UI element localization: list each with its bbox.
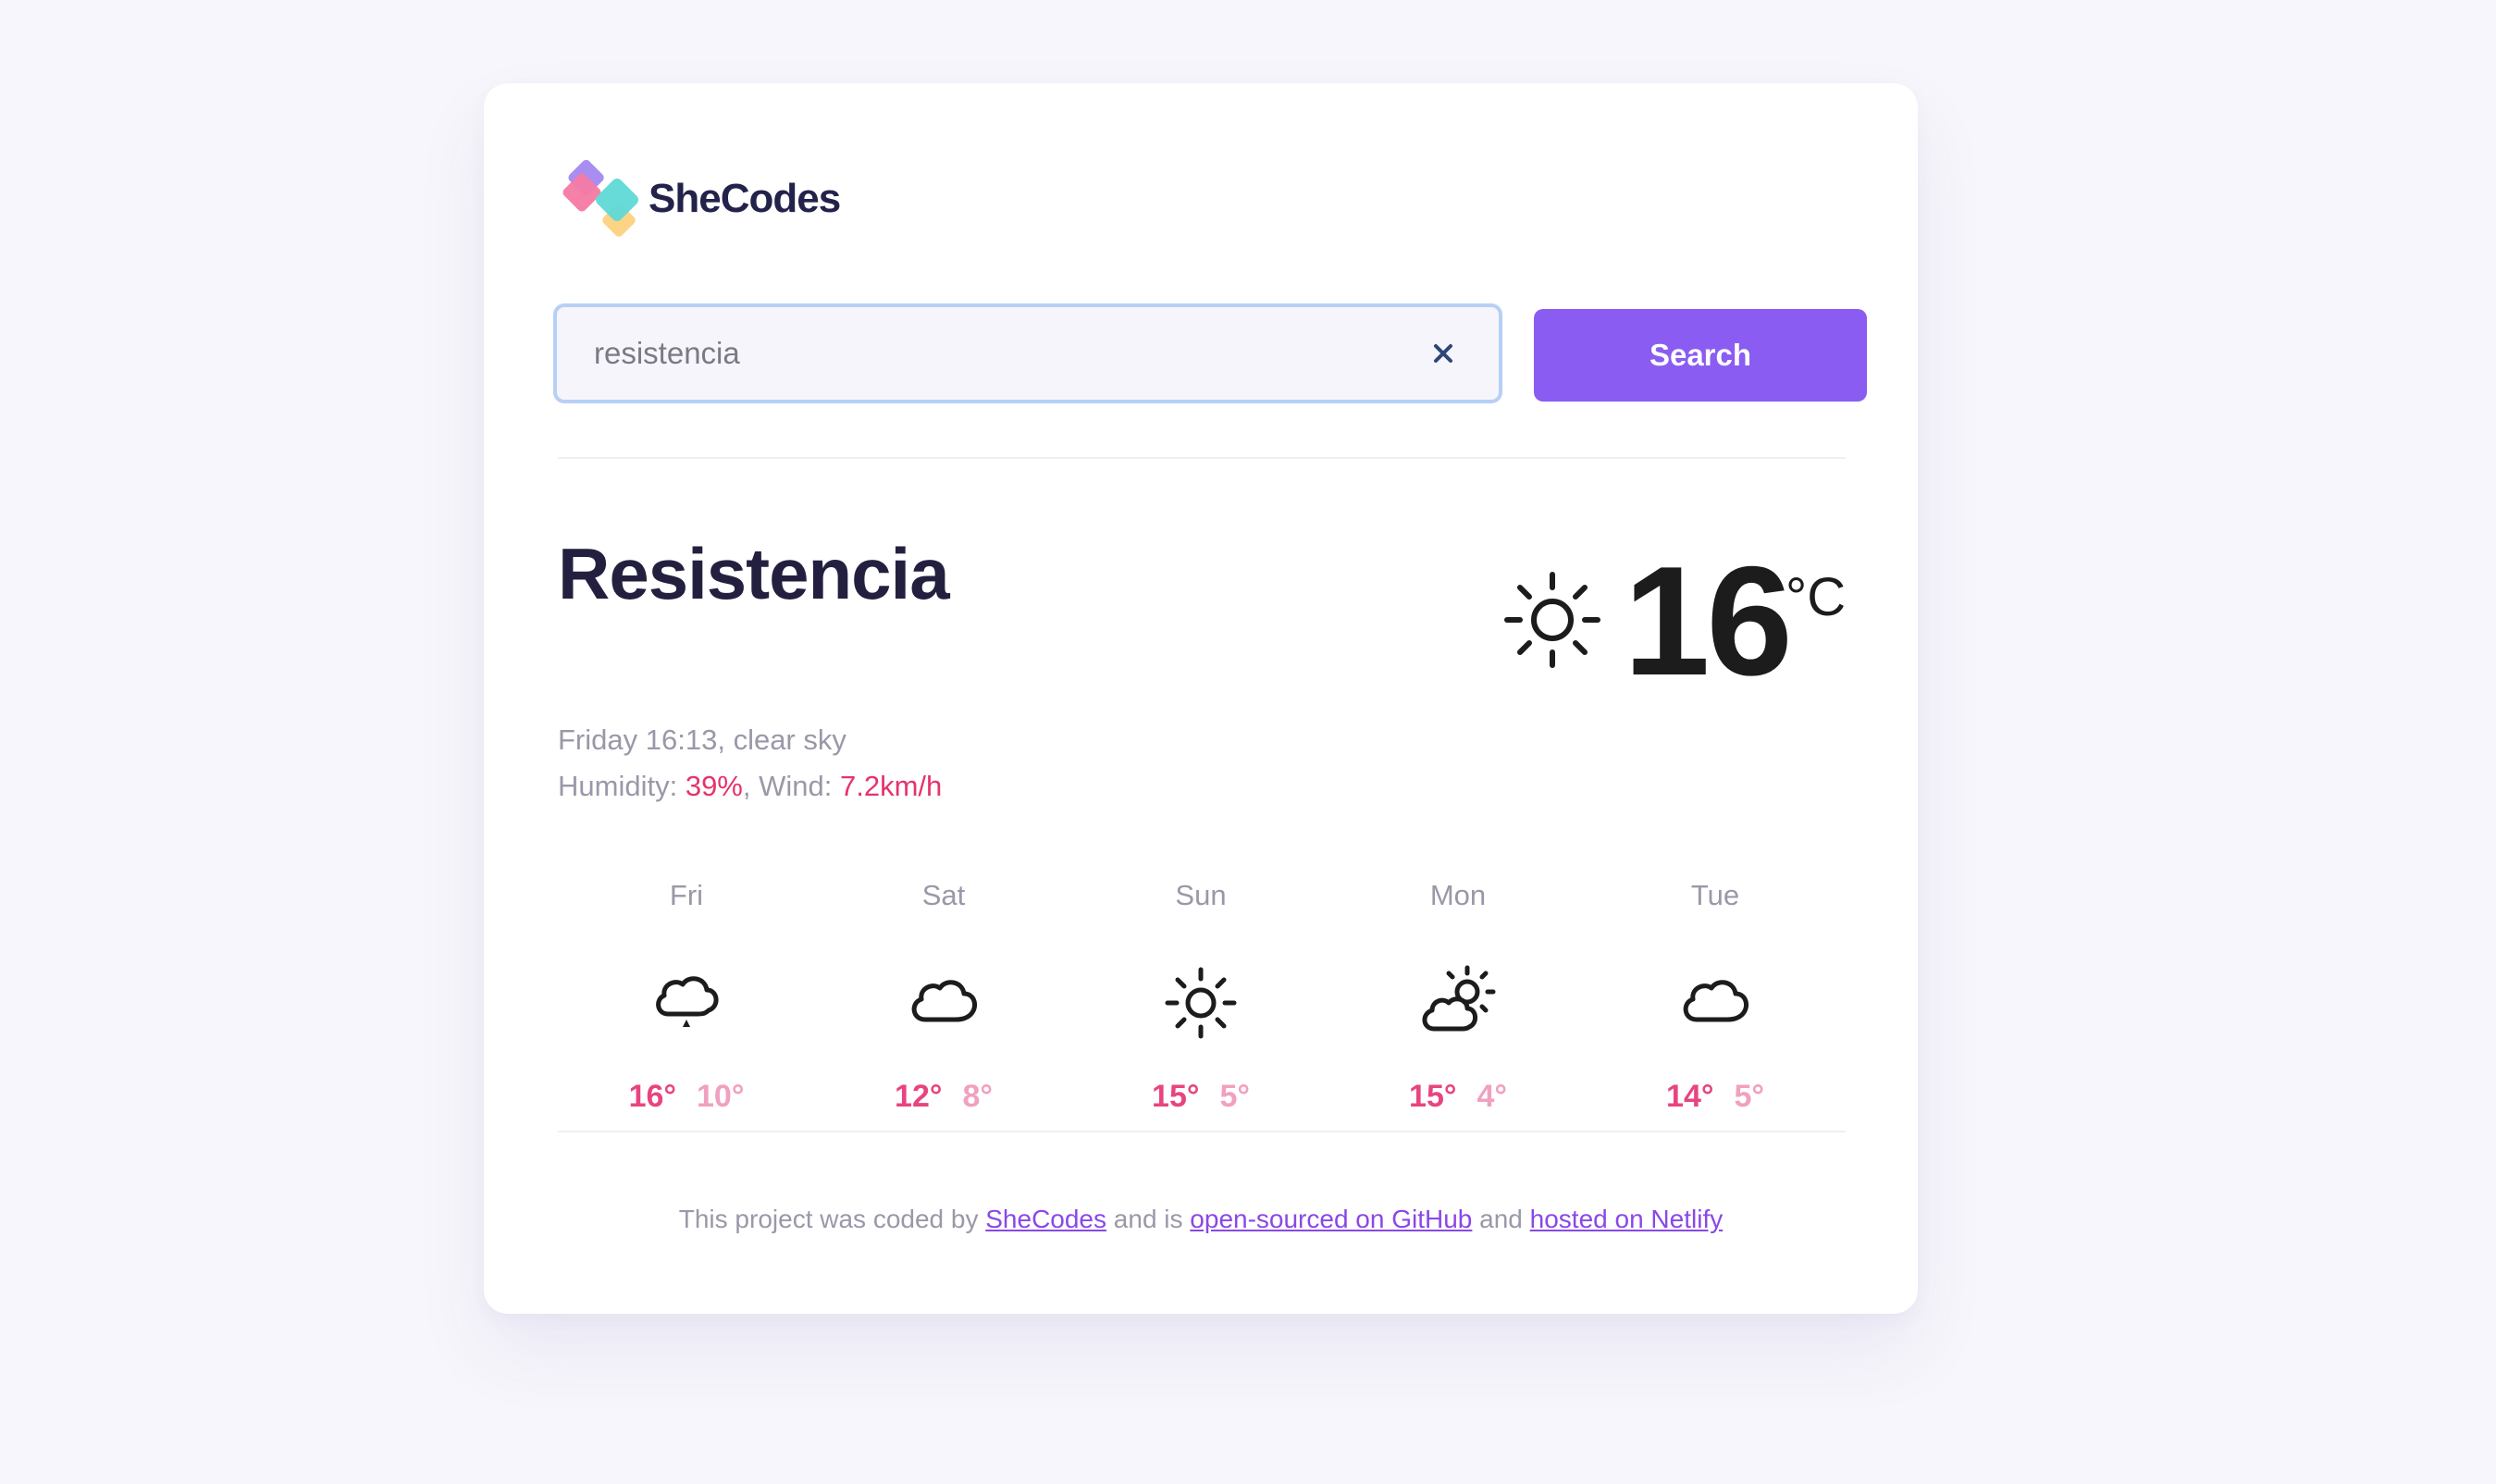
forecast-day-name: Fri (669, 879, 704, 911)
forecast-max: 16° (628, 1079, 676, 1114)
comma: , (742, 770, 760, 802)
forecast-day: Sat 12° 8° (815, 879, 1072, 1115)
partly-cloudy-icon (1422, 965, 1496, 1032)
cloud-icon (911, 980, 977, 1022)
rain-cloud-icon (656, 976, 719, 1027)
footer-text: This project was coded by (678, 1205, 979, 1233)
weather-card: SheCodes Search Resistencia Friday 16:13… (484, 83, 1918, 1314)
github-link[interactable]: open-sourced on GitHub (1190, 1205, 1472, 1233)
forecast-temps: 15° 5° (1152, 1079, 1250, 1115)
city-name: Resistencia (558, 533, 950, 614)
brand-name: SheCodes (649, 176, 841, 221)
forecast-day: Fri 16° 10° (558, 879, 815, 1115)
forecast-max: 12° (895, 1079, 943, 1114)
netlify-link[interactable]: hosted on Netlify (1530, 1205, 1724, 1233)
humidity-wind: Humidity: 39%, Wind: 7.2km/h (558, 770, 942, 803)
footer-text: and (1479, 1205, 1523, 1233)
humidity-label: Humidity: (558, 770, 678, 802)
city-search-input[interactable] (557, 306, 1425, 401)
forecast-day-name: Sun (1175, 879, 1227, 911)
forecast-temps: 14° 5° (1666, 1079, 1764, 1115)
forecast-day: Sun 15° 5° (1072, 879, 1329, 1115)
temperature-unit[interactable]: °C (1786, 566, 1846, 628)
cloud-icon (1683, 980, 1748, 1022)
footer-text: and is (1113, 1205, 1183, 1233)
forecast-day-name: Tue (1690, 879, 1740, 911)
weather-description: clear sky (733, 723, 846, 756)
wind-value: 7.2km/h (839, 770, 943, 802)
humidity-value: 39% (685, 770, 743, 802)
forecast-min: 4° (1477, 1079, 1507, 1114)
forecast-day: Tue 14° 5° (1587, 879, 1844, 1115)
forecast-min: 5° (1734, 1079, 1764, 1114)
shecodes-logo-icon (562, 159, 638, 237)
forecast-min: 10° (697, 1079, 745, 1114)
shecodes-link[interactable]: SheCodes (985, 1205, 1106, 1233)
search-box (553, 303, 1502, 403)
shecodes-logo[interactable]: SheCodes (560, 157, 841, 241)
forecast-max: 14° (1666, 1079, 1714, 1114)
divider-top (558, 457, 1846, 459)
forecast-max: 15° (1409, 1079, 1457, 1114)
wind-label: Wind: (759, 770, 833, 802)
forecast-day: Mon 15° 4° (1329, 879, 1587, 1115)
forecast-day-name: Sat (921, 879, 966, 911)
forecast-temps: 15° 4° (1409, 1079, 1507, 1115)
comma: , (717, 723, 734, 756)
day-time: Friday 16:13 (558, 723, 718, 756)
date-description: Friday 16:13, clear sky (558, 723, 846, 757)
forecast-temps: 16° 10° (629, 1079, 745, 1115)
forecast: Fri 16° 10° Sat 12° 8° Sun 15° 5° Mon 15… (558, 879, 1844, 1115)
search-button[interactable]: Search (1534, 309, 1867, 402)
footer: This project was coded by SheCodes and i… (484, 1205, 1918, 1234)
forecast-temps: 12° 8° (895, 1079, 993, 1115)
sun-icon (1165, 967, 1237, 1039)
forecast-max: 15° (1152, 1079, 1200, 1114)
current-temperature: 16 (1624, 534, 1793, 708)
forecast-min: 5° (1219, 1079, 1250, 1114)
forecast-min: 8° (962, 1079, 993, 1114)
forecast-day-name: Mon (1429, 879, 1487, 911)
divider-bottom (558, 1131, 1846, 1132)
sun-icon (1504, 572, 1600, 668)
clear-icon[interactable] (1425, 335, 1462, 372)
